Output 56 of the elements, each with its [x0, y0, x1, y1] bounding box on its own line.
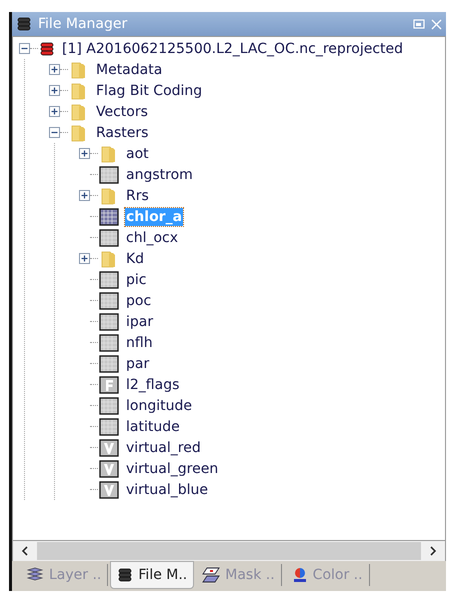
- tree-item-label[interactable]: virtual_red: [125, 438, 202, 456]
- tree-item-label[interactable]: angstrom: [125, 166, 194, 184]
- panel-tab[interactable]: File M..: [110, 561, 194, 589]
- raster-grid-icon: [99, 334, 119, 352]
- database-icon: [16, 16, 32, 32]
- tree-item-label[interactable]: aot: [125, 144, 150, 162]
- database-icon: [39, 40, 55, 56]
- tree-item-label[interactable]: Flag Bit Coding: [95, 82, 204, 100]
- window-title: File Manager: [38, 14, 128, 34]
- tree-item-label[interactable]: Rrs: [125, 186, 150, 204]
- horizontal-scrollbar[interactable]: [12, 541, 446, 561]
- expand-toggle[interactable]: [49, 106, 60, 117]
- raster-grid-icon: [99, 312, 119, 330]
- raster-grid-icon: [99, 270, 119, 288]
- collapse-toggle[interactable]: [19, 43, 30, 54]
- flag-band-icon: [99, 376, 119, 394]
- tree-item-label[interactable]: longitude: [125, 396, 193, 414]
- tree-item-label[interactable]: Metadata: [95, 60, 164, 78]
- raster-grid-icon: [99, 166, 119, 184]
- expand-toggle[interactable]: [79, 253, 90, 264]
- tree-item-label[interactable]: l2_flags: [125, 376, 180, 394]
- tree-item-label[interactable]: virtual_green: [125, 460, 220, 478]
- expand-toggle[interactable]: [49, 64, 60, 75]
- tree-item-label[interactable]: pic: [125, 270, 148, 288]
- virtual-band-icon: [99, 438, 119, 456]
- raster-grid-icon: [99, 292, 119, 310]
- raster-grid-icon: [99, 228, 119, 246]
- color-palette-icon: [292, 567, 308, 583]
- layers-icon: [26, 567, 44, 583]
- tree-item-label[interactable]: Kd: [125, 250, 146, 268]
- tree-item-label[interactable]: latitude: [125, 418, 181, 436]
- scrollbar-thumb[interactable]: [37, 542, 421, 560]
- expand-toggle[interactable]: [79, 148, 90, 159]
- collapse-toggle[interactable]: [49, 127, 60, 138]
- close-icon[interactable]: [431, 18, 442, 30]
- tree-item-label[interactable]: nflh: [125, 334, 154, 352]
- raster-grid-icon: [99, 418, 119, 436]
- scroll-right-icon[interactable]: [429, 546, 437, 556]
- raster-grid-icon: [99, 208, 119, 226]
- tree-item-label[interactable]: poc: [125, 292, 152, 310]
- mask-icon: [202, 567, 220, 583]
- tree-item-label[interactable]: chl_ocx: [125, 228, 180, 246]
- raster-grid-icon: [99, 396, 119, 414]
- tree-item-label[interactable]: par: [125, 354, 150, 372]
- tree-item-label[interactable]: Vectors: [95, 102, 149, 120]
- scroll-left-icon[interactable]: [21, 546, 29, 556]
- virtual-band-icon: [99, 460, 119, 478]
- tree-item-label[interactable]: ipar: [125, 312, 154, 330]
- tree-item-label[interactable]: Rasters: [95, 124, 150, 142]
- raster-grid-icon: [99, 354, 119, 372]
- tree-item-label[interactable]: virtual_blue: [125, 480, 210, 498]
- database-icon: [117, 567, 134, 583]
- tree-item-label[interactable]: [1] A2016062125500.L2_LAC_OC.nc_reprojected: [61, 40, 404, 58]
- virtual-band-icon: [99, 480, 119, 498]
- expand-toggle[interactable]: [49, 85, 60, 96]
- expand-toggle[interactable]: [79, 190, 90, 201]
